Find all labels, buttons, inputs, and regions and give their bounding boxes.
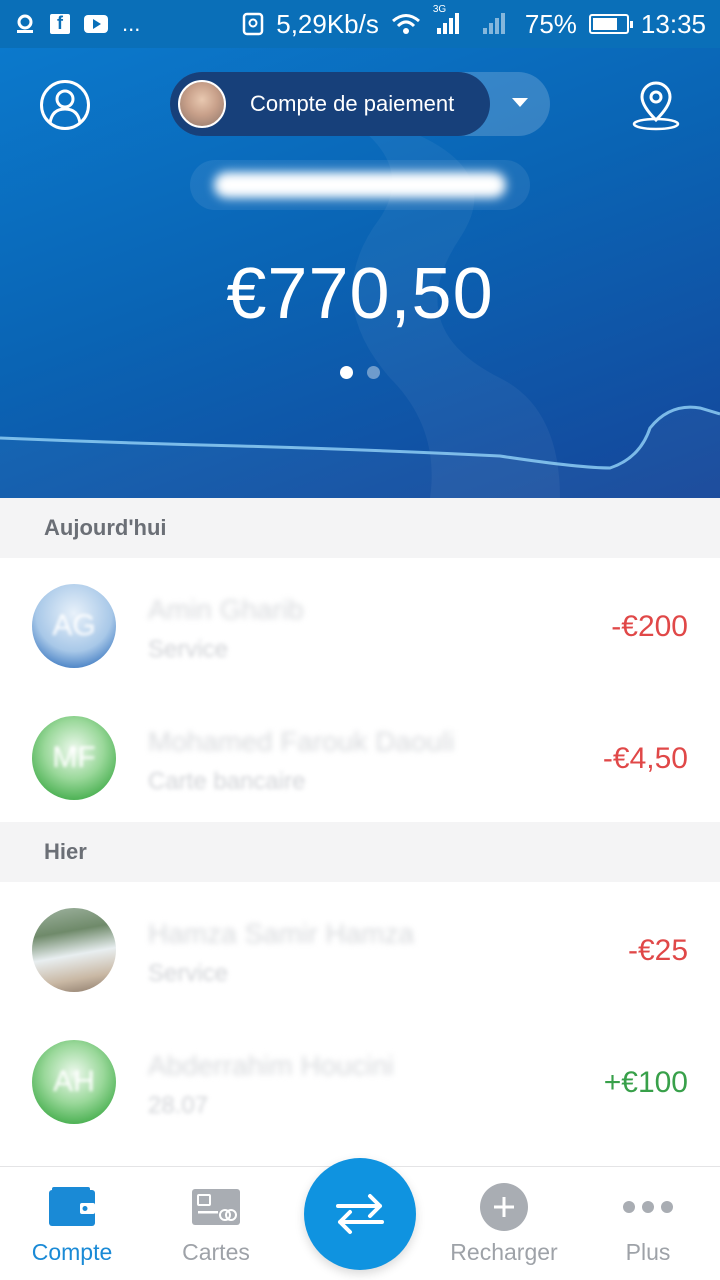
wifi-icon	[391, 13, 421, 35]
transaction-row[interactable]: AH Abderrahim Houcini 28.07 +€100	[0, 1016, 720, 1148]
transfer-arrows-icon	[336, 1194, 384, 1234]
page-indicator	[0, 366, 720, 379]
nav-plus[interactable]: Plus	[576, 1167, 720, 1280]
account-name: Compte de paiement	[250, 91, 455, 116]
contact-avatar: AG	[32, 584, 116, 668]
account-number-redacted	[190, 160, 530, 210]
chevron-down-icon	[512, 98, 528, 107]
facebook-icon: f	[50, 13, 70, 34]
location-button[interactable]	[630, 80, 682, 132]
contact-avatar: MF	[32, 716, 116, 800]
card-icon	[192, 1185, 240, 1229]
contact-avatar: AH	[32, 1040, 116, 1124]
transaction-type: Service	[148, 960, 229, 987]
nav-cartes-label: Cartes	[182, 1239, 250, 1265]
transaction-type: Carte bancaire	[148, 768, 306, 795]
nav-plus-label: Plus	[625, 1239, 671, 1265]
nav-compte-label: Compte	[31, 1239, 113, 1265]
profile-button[interactable]	[40, 80, 90, 130]
contact-name: Abderrahim Houcini	[148, 1050, 394, 1081]
nav-compte[interactable]: Compte	[0, 1167, 144, 1280]
status-bar: f ... 5,29Kb/s 3G 75% 13:35	[0, 0, 720, 48]
battery-percent: 75%	[524, 8, 577, 39]
contact-name: Amin Gharib	[148, 594, 304, 625]
nav-cartes[interactable]: Cartes	[144, 1167, 288, 1280]
section-header-yesterday: Hier	[0, 822, 720, 882]
signal-icon: 3G	[433, 4, 467, 36]
add-circle-icon	[480, 1183, 528, 1231]
contact-name: Hamza Samir Hamza	[148, 918, 415, 949]
section-header-today: Aujourd'hui	[0, 498, 720, 558]
more-dots-icon	[622, 1185, 674, 1229]
clock: 13:35	[640, 8, 706, 39]
user-icon	[48, 89, 82, 124]
transaction-date: 28.07	[148, 1092, 209, 1119]
network-type: 3G	[432, 4, 447, 15]
location-pin-icon	[632, 81, 680, 131]
screenshot-icon	[242, 12, 264, 36]
notification-icon	[14, 13, 36, 35]
transfer-button[interactable]	[304, 1158, 416, 1270]
transaction-amount: -€25	[627, 934, 688, 967]
account-avatar	[178, 80, 226, 128]
account-balance: €770,50	[226, 254, 494, 334]
signal-sim2-icon	[479, 12, 513, 36]
wallet-icon	[48, 1185, 96, 1229]
transaction-row[interactable]: MF Mohamed Farouk Daouli Carte bancaire …	[0, 692, 720, 824]
transaction-type: Service	[148, 636, 229, 663]
youtube-icon	[84, 15, 108, 33]
transaction-amount: +€100	[603, 1066, 688, 1099]
network-speed: 5,29Kb/s	[276, 8, 379, 39]
nav-recharger-label: Recharger	[450, 1239, 558, 1265]
page-dot[interactable]	[367, 366, 380, 379]
battery-icon	[588, 14, 633, 34]
transaction-row[interactable]: AG Amin Gharib Service -€200	[0, 560, 720, 692]
account-selector[interactable]: Compte de paiement	[170, 72, 550, 136]
page-dot[interactable]	[340, 366, 353, 379]
contact-avatar	[32, 908, 116, 992]
transaction-amount: -€200	[611, 610, 688, 643]
transaction-row[interactable]: Hamza Samir Hamza Service -€25	[0, 884, 720, 1016]
transaction-amount: -€4,50	[602, 742, 688, 775]
contact-name: Mohamed Farouk Daouli	[148, 726, 455, 757]
more-notifications-icon: ...	[122, 11, 141, 36]
nav-recharger[interactable]: Recharger	[432, 1167, 576, 1280]
account-header: Compte de paiement €770,50	[0, 48, 720, 498]
